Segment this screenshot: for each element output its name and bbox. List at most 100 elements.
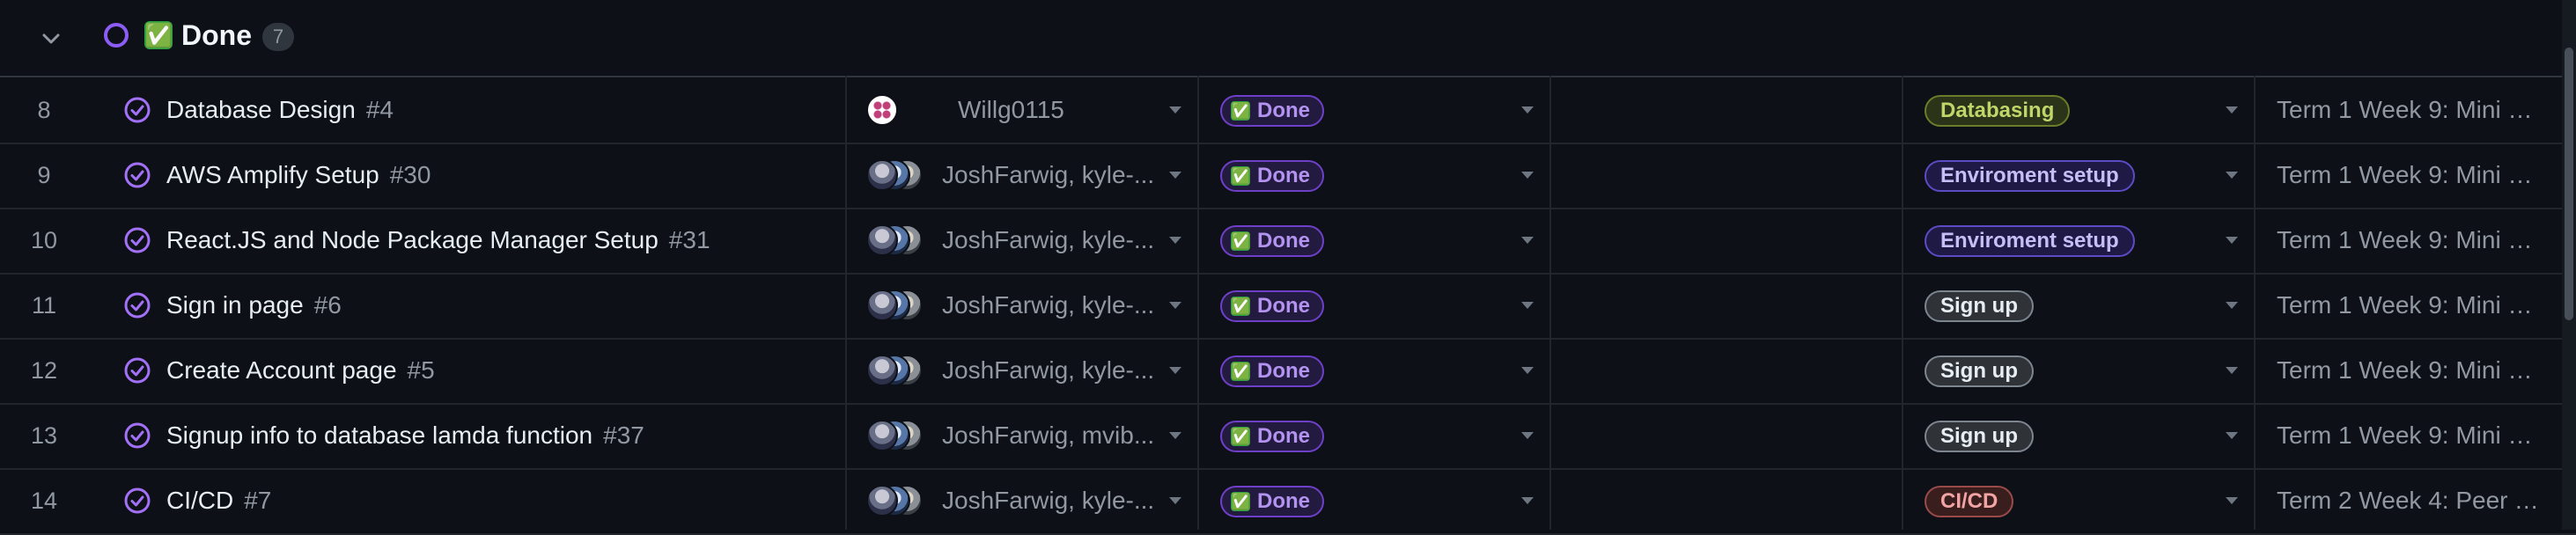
caret-down-icon[interactable]: [1521, 497, 1534, 504]
label-badge[interactable]: Sign up: [1925, 421, 2034, 452]
caret-down-icon[interactable]: [1521, 106, 1534, 114]
iteration-field[interactable]: Term 1 Week 9: Mini Pre...: [2277, 143, 2541, 208]
assignee-avatars[interactable]: [866, 159, 930, 191]
issue-title[interactable]: Create Account page #5: [166, 338, 435, 403]
check-emoji-icon: ✅: [1231, 101, 1251, 121]
caret-down-icon[interactable]: [1169, 497, 1181, 504]
issue-title-text[interactable]: AWS Amplify Setup: [166, 161, 379, 188]
assignees-field[interactable]: JoshFarwig, kyle-...: [942, 143, 1154, 208]
status-pill[interactable]: ✅ Done: [1220, 225, 1324, 257]
avatar: [866, 420, 898, 451]
label-badge[interactable]: Enviroment setup: [1925, 160, 2135, 192]
caret-down-icon[interactable]: [1521, 432, 1534, 439]
assignee-avatars[interactable]: [866, 289, 930, 321]
assignees-field[interactable]: JoshFarwig, kyle-...: [942, 208, 1154, 273]
caret-down-icon[interactable]: [1169, 172, 1181, 179]
table-row[interactable]: 12 Create Account page #5 JoshFarwig, kyle-…: [0, 338, 2576, 405]
status-pill[interactable]: ✅ Done: [1220, 95, 1324, 127]
caret-down-icon[interactable]: [1521, 172, 1534, 179]
iteration-field[interactable]: Term 1 Week 9: Mini Pre...: [2277, 273, 2541, 338]
caret-down-icon[interactable]: [1169, 432, 1181, 439]
issue-number: #4: [365, 96, 394, 123]
issue-number: #5: [407, 356, 435, 384]
circle-check-icon: [124, 487, 151, 514]
status-label: Done: [1257, 359, 1310, 383]
issue-title-text[interactable]: Signup info to database lamda function: [166, 421, 592, 449]
caret-down-icon[interactable]: [2226, 106, 2238, 114]
caret-down-icon[interactable]: [2226, 497, 2238, 504]
issue-title[interactable]: AWS Amplify Setup #30: [166, 143, 431, 208]
caret-down-icon[interactable]: [2226, 302, 2238, 309]
row-number: 8: [37, 97, 51, 123]
issue-number: #6: [313, 291, 342, 319]
iteration-field[interactable]: Term 2 Week 4: Peer Te...: [2277, 468, 2541, 533]
issue-title[interactable]: React.JS and Node Package Manager Setup #…: [166, 208, 710, 273]
circle-check-icon: [124, 357, 151, 384]
issue-title[interactable]: Database Design #4: [166, 77, 394, 143]
caret-down-icon[interactable]: [2226, 432, 2238, 439]
label-badge[interactable]: CI/CD: [1925, 486, 2014, 517]
status-label: Done: [1257, 99, 1310, 122]
issue-title[interactable]: Sign in page #6: [166, 273, 342, 338]
table-row[interactable]: 8 Database Design #4 Willg0115 ✅ Done Databasi…: [0, 77, 2576, 144]
table-row[interactable]: 13 Signup info to database lamda function…: [0, 403, 2576, 470]
row-number: 11: [31, 292, 57, 319]
table-row[interactable]: 10 React.JS and Node Package Manager Setu…: [0, 208, 2576, 275]
iteration-field[interactable]: Term 1 Week 9: Mini Pre...: [2277, 208, 2541, 273]
status-label: Done: [1257, 424, 1310, 448]
status-pill[interactable]: ✅ Done: [1220, 486, 1324, 517]
assignee-avatars[interactable]: [866, 420, 930, 451]
issue-title-text[interactable]: CI/CD: [166, 487, 233, 514]
table-row[interactable]: 11 Sign in page #6 JoshFarwig, kyle-... ✅ Don…: [0, 273, 2576, 340]
caret-down-icon[interactable]: [1169, 302, 1181, 309]
issue-title[interactable]: Signup info to database lamda function #3…: [166, 403, 644, 468]
label-badge[interactable]: Sign up: [1925, 290, 2034, 322]
assignee-avatars[interactable]: [866, 94, 930, 126]
issue-title-text[interactable]: Sign in page: [166, 291, 304, 319]
scrollbar-thumb[interactable]: [2565, 48, 2573, 320]
status-pill[interactable]: ✅ Done: [1220, 160, 1324, 192]
caret-down-icon[interactable]: [2226, 172, 2238, 179]
caret-down-icon[interactable]: [1169, 106, 1181, 114]
check-emoji-icon: ✅: [1231, 297, 1251, 316]
assignee-avatars[interactable]: [866, 485, 930, 517]
table-row[interactable]: 9 AWS Amplify Setup #30 JoshFarwig, kyle-..…: [0, 143, 2576, 209]
circle-check-icon: [124, 422, 151, 449]
assignee-avatars[interactable]: [866, 355, 930, 386]
status-pill[interactable]: ✅ Done: [1220, 355, 1324, 387]
assignee-avatars[interactable]: [866, 224, 930, 256]
caret-down-icon[interactable]: [1521, 302, 1534, 309]
avatar: [866, 355, 898, 386]
row-number: 12: [30, 357, 58, 384]
group-count-badge: 7: [262, 23, 294, 51]
group-title: Done: [181, 19, 252, 51]
iteration-field[interactable]: Term 1 Week 9: Mini Pre...: [2277, 77, 2541, 143]
assignees-field[interactable]: JoshFarwig, kyle-...: [942, 468, 1154, 533]
circle-check-icon: [124, 292, 151, 319]
caret-down-icon[interactable]: [2226, 237, 2238, 244]
table-row[interactable]: 14 CI/CD #7 JoshFarwig, kyle-... ✅ Done CI/CD T…: [0, 468, 2576, 535]
issue-title-text[interactable]: React.JS and Node Package Manager Setup: [166, 226, 659, 253]
circle-check-icon: [124, 162, 151, 188]
status-pill[interactable]: ✅ Done: [1220, 290, 1324, 322]
caret-down-icon[interactable]: [2226, 367, 2238, 374]
assignees-field[interactable]: JoshFarwig, mvib...: [942, 403, 1154, 468]
iteration-field[interactable]: Term 1 Week 9: Mini Pre...: [2277, 338, 2541, 403]
caret-down-icon[interactable]: [1521, 237, 1534, 244]
caret-down-icon[interactable]: [1169, 237, 1181, 244]
issue-title-text[interactable]: Create Account page: [166, 356, 397, 384]
assignees-field[interactable]: Willg0115: [958, 77, 1064, 143]
assignees-field[interactable]: JoshFarwig, kyle-...: [942, 273, 1154, 338]
caret-down-icon[interactable]: [1169, 367, 1181, 374]
label-badge[interactable]: Enviroment setup: [1925, 225, 2135, 257]
avatar: [866, 94, 898, 126]
caret-down-icon[interactable]: [1521, 367, 1534, 374]
iteration-field[interactable]: Term 1 Week 9: Mini Pre...: [2277, 403, 2541, 468]
label-badge[interactable]: Sign up: [1925, 355, 2034, 387]
issue-title-text[interactable]: Database Design: [166, 96, 356, 123]
status-pill[interactable]: ✅ Done: [1220, 421, 1324, 452]
label-badge[interactable]: Databasing: [1925, 95, 2071, 127]
chevron-down-icon[interactable]: [39, 26, 63, 51]
issue-title[interactable]: CI/CD #7: [166, 468, 271, 533]
assignees-field[interactable]: JoshFarwig, kyle-...: [942, 338, 1154, 403]
